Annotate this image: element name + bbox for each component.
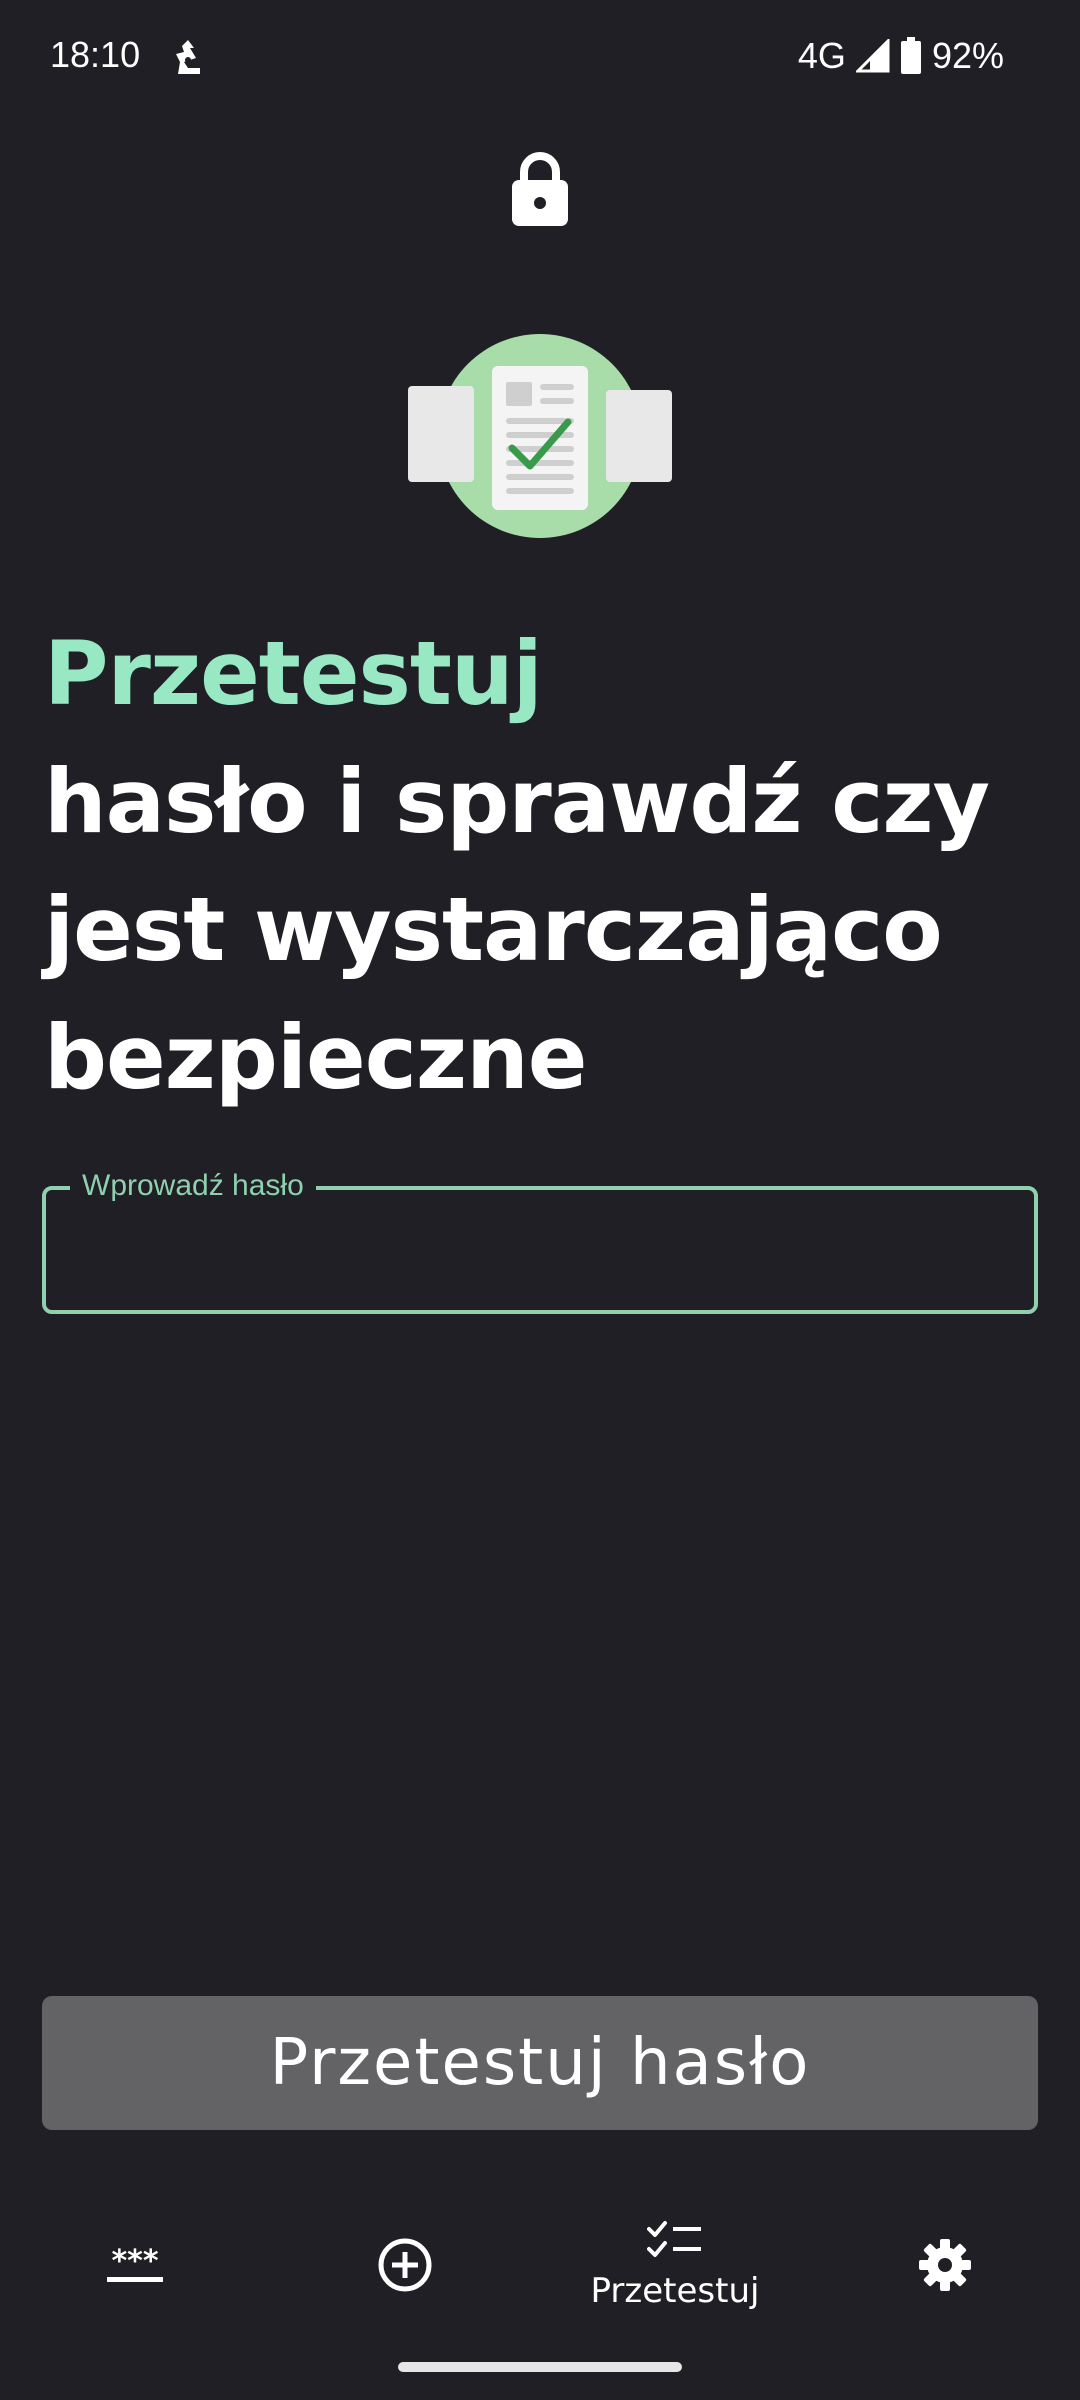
home-indicator[interactable] [398,2362,682,2372]
lock-icon [510,150,570,230]
headline-line-3: bezpieczne [44,1006,587,1109]
signal-icon [855,39,890,73]
test-password-button[interactable]: Przetestuj hasło [42,1996,1038,2130]
password-input[interactable] [66,1210,1020,1292]
nav-item-add[interactable] [270,2190,540,2340]
nav-item-test[interactable]: Przetestuj [540,2190,810,2340]
bottom-nav: *** Przetestuj [0,2190,1080,2350]
status-time: 18:10 [50,34,141,75]
svg-text:***: *** [111,2245,158,2279]
password-input-container[interactable]: Wprowadź hasło [42,1168,1038,1314]
status-right: 4G 92% [798,34,1004,78]
app-notification-icon [170,38,210,78]
add-circle-icon [377,2237,433,2293]
nav-item-passwords[interactable]: *** [0,2190,270,2340]
password-dots-icon: *** [105,2245,165,2285]
screen: 18:10 4G 92% Przetestuj hasło i sprawdź … [0,0,1080,2400]
nav-item-settings[interactable] [810,2190,1080,2340]
battery-level: 92% [931,35,1004,76]
headline: Przetestuj hasło i sprawdź czy jest wyst… [44,610,1044,1122]
network-type: 4G [797,35,846,76]
headline-line-2: jest wystarczająco [44,878,943,981]
headline-accent: Przetestuj [44,622,543,725]
headline-line-1: hasło i sprawdź czy [44,750,990,853]
nav-item-test-label: Przetestuj [590,2271,760,2311]
checklist-icon [647,2219,703,2263]
status-bar: 18:10 4G 92% [0,0,1080,120]
battery-icon [900,37,922,75]
settings-gear-icon [917,2237,973,2293]
password-check-illustration [400,330,680,540]
password-input-label: Wprowadź hasło [70,1168,316,1204]
